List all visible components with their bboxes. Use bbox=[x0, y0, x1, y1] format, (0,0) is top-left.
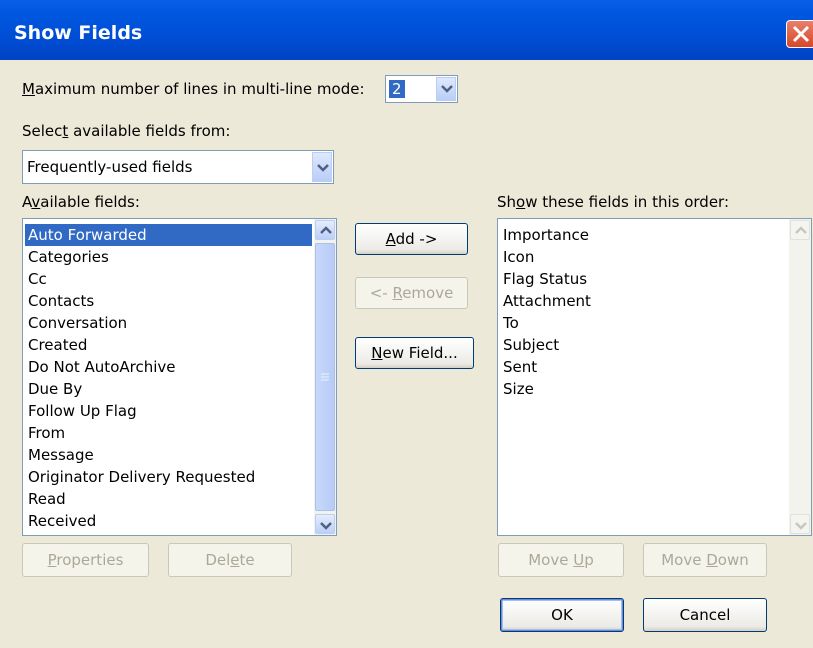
shown-fields-label: Show these fields in this order: bbox=[497, 193, 730, 211]
list-item[interactable]: To bbox=[500, 312, 787, 334]
chevron-down-icon bbox=[795, 522, 807, 530]
max-lines-dropdown-button[interactable] bbox=[436, 77, 456, 101]
list-item[interactable]: Auto Forwarded bbox=[25, 224, 312, 246]
field-source-value: Frequently-used fields bbox=[27, 158, 193, 176]
list-item[interactable]: Created bbox=[25, 334, 312, 356]
field-source-select[interactable]: Frequently-used fields bbox=[22, 150, 334, 184]
chevron-down-icon bbox=[317, 164, 329, 172]
list-item[interactable]: Follow Up Flag bbox=[25, 400, 312, 422]
list-item[interactable]: Cc bbox=[25, 268, 312, 290]
list-item[interactable]: Importance bbox=[500, 224, 787, 246]
list-item[interactable]: Received bbox=[25, 510, 312, 532]
chevron-down-icon bbox=[441, 85, 453, 93]
list-item[interactable]: Message bbox=[25, 444, 312, 466]
chevron-up-icon bbox=[795, 226, 807, 234]
list-item[interactable]: Categories bbox=[25, 246, 312, 268]
properties-button[interactable]: Properties bbox=[22, 543, 149, 577]
list-item[interactable]: Size bbox=[500, 378, 787, 400]
list-item[interactable]: Due By bbox=[25, 378, 312, 400]
select-from-label: Select available fields from: bbox=[22, 122, 231, 140]
delete-button[interactable]: Delete bbox=[168, 543, 292, 577]
title-bar[interactable]: Show Fields bbox=[0, 0, 813, 60]
list-item[interactable]: Do Not AutoArchive bbox=[25, 356, 312, 378]
remove-button[interactable]: <- Remove bbox=[355, 277, 468, 309]
ok-button[interactable]: OK bbox=[500, 598, 624, 632]
cancel-button[interactable]: Cancel bbox=[643, 598, 767, 632]
list-item[interactable]: Icon bbox=[500, 246, 787, 268]
list-item[interactable]: Attachment bbox=[500, 290, 787, 312]
list-item[interactable]: Conversation bbox=[25, 312, 312, 334]
max-lines-value: 2 bbox=[389, 80, 405, 98]
scroll-down-button[interactable] bbox=[315, 514, 335, 534]
move-down-button[interactable]: Move Down bbox=[643, 543, 767, 577]
list-item[interactable]: Sent bbox=[500, 356, 787, 378]
list-item[interactable]: Originator Delivery Requested bbox=[25, 466, 312, 488]
scroll-up-button bbox=[790, 220, 810, 240]
chevron-down-icon bbox=[320, 522, 332, 530]
dialog-body: Maximum number of lines in multi-line mo… bbox=[0, 60, 813, 648]
scroll-down-button bbox=[790, 514, 810, 534]
list-item[interactable]: From bbox=[25, 422, 312, 444]
chevron-up-icon bbox=[320, 226, 332, 234]
available-fields-list[interactable]: Auto Forwarded Categories Cc Contacts Conver… bbox=[22, 218, 337, 536]
shown-fields-scrollbar bbox=[789, 219, 811, 535]
available-fields-scrollbar[interactable] bbox=[314, 219, 336, 535]
close-icon bbox=[792, 25, 810, 43]
new-field-button[interactable]: New Field... bbox=[355, 337, 474, 369]
window-title: Show Fields bbox=[14, 22, 143, 44]
max-lines-label: Maximum number of lines in multi-line mo… bbox=[22, 80, 365, 98]
close-button[interactable] bbox=[786, 20, 813, 48]
scroll-thumb[interactable] bbox=[315, 243, 335, 511]
list-item[interactable]: Subject bbox=[500, 334, 787, 356]
move-up-button[interactable]: Move Up bbox=[498, 543, 624, 577]
shown-fields-list[interactable]: Importance Icon Flag Status Attachment To Sub… bbox=[497, 218, 812, 536]
list-item[interactable]: Read bbox=[25, 488, 312, 510]
available-fields-label: Available fields: bbox=[22, 193, 140, 211]
list-item[interactable]: Flag Status bbox=[500, 268, 787, 290]
field-source-dropdown-button[interactable] bbox=[312, 152, 332, 182]
add-button[interactable]: Add -> bbox=[355, 223, 468, 255]
list-item[interactable]: Contacts bbox=[25, 290, 312, 312]
max-lines-select[interactable]: 2 bbox=[385, 75, 458, 103]
scroll-up-button[interactable] bbox=[315, 220, 335, 240]
grip-icon bbox=[321, 373, 329, 381]
